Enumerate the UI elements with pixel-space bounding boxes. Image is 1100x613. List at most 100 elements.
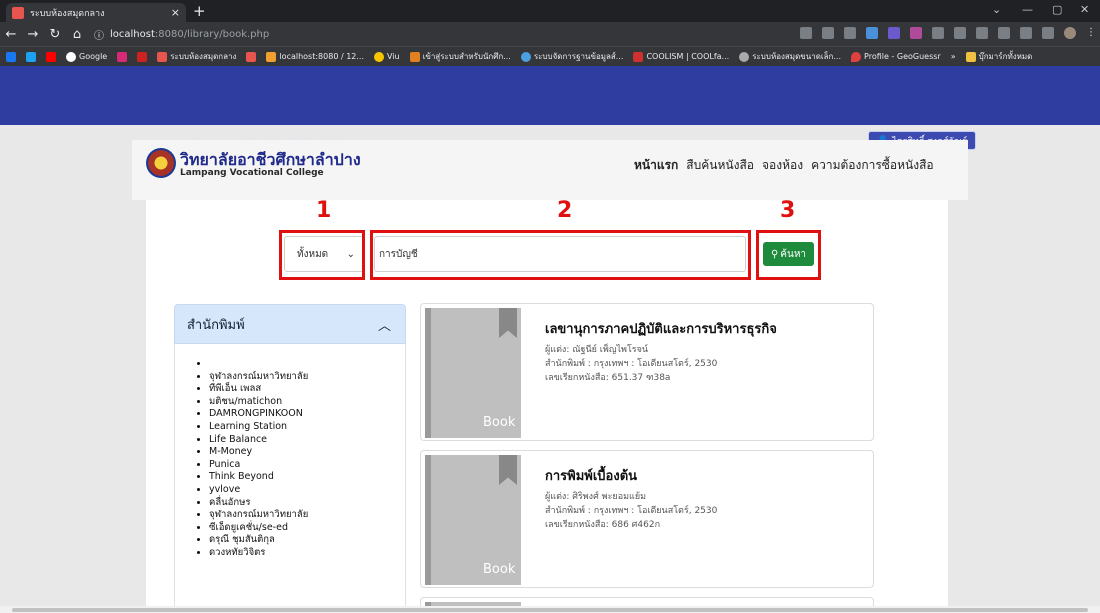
book-call-number: เลขเรียกหนังสือ: 651.37 ฑ38a	[545, 373, 671, 383]
publisher-accordion-title: สำนักพิมพ์	[187, 317, 245, 333]
publisher-accordion-header[interactable]: สำนักพิมพ์ ︿	[174, 304, 406, 344]
book-publisher: สำนักพิมพ์ : กรุงเทพฯ : โอเดียนสโตร์, 25…	[545, 506, 718, 516]
publisher-item[interactable]: จุฬาลงกรณ์มหาวิทยาลัย	[209, 509, 405, 522]
annotation-box-3	[756, 230, 821, 280]
publisher-item[interactable]: คลื่นอักษร	[209, 497, 405, 510]
book-author: ผู้แต่ง: ศิริพงศ์ พะยอมแย้ม	[545, 492, 647, 502]
book-author: ผู้แต่ง: ณัฐนีย์ เพ็ญไพโรจน์	[545, 345, 649, 355]
publisher-item[interactable]: yvlove	[209, 484, 405, 497]
sidepanel-icon[interactable]	[1042, 27, 1054, 39]
nav-home[interactable]: หน้าแรก	[634, 156, 678, 175]
back-icon[interactable]: ←	[0, 27, 22, 42]
publisher-list: จุฬาลงกรณ์มหาวิทยาลัย ทีพีเอ็น เพลส มติช…	[174, 344, 406, 613]
extension-icon[interactable]	[954, 27, 966, 39]
reload-icon[interactable]: ↻	[44, 27, 66, 42]
publisher-item[interactable]: Punica	[209, 459, 405, 472]
bookmark-database[interactable]: ระบบจัดการฐานข้อมูลส์...	[520, 50, 623, 63]
maximize-icon[interactable]: ▢	[1052, 3, 1062, 16]
publisher-item[interactable]: Life Balance	[209, 434, 405, 447]
tab-title: ระบบห้องสมุดกลาง	[30, 8, 105, 19]
bookmark-facebook-icon[interactable]	[6, 51, 16, 62]
url-host: localhost	[110, 28, 155, 40]
bookmark-viu[interactable]: Viu	[374, 51, 400, 62]
book-call-number: เลขเรียกหนังสือ: 686 ศ462ก	[545, 520, 661, 530]
minimize-icon[interactable]: —	[1022, 3, 1033, 16]
scrollbar-thumb[interactable]	[12, 608, 1088, 612]
bookmark-phpmyadmin[interactable]: localhost:8080 / 12...	[266, 51, 364, 62]
url-path: :8080/library/book.php	[154, 28, 270, 40]
forward-icon[interactable]: →	[22, 27, 44, 42]
all-bookmarks[interactable]: บุ๊กมาร์กทั้งหมด	[965, 50, 1032, 63]
bookmark-small-library[interactable]: ระบบห้องสมุดขนาดเล็ก...	[739, 50, 841, 63]
bookmarks-bar: Google ระบบห้องสมุดกลาง localhost:8080 /…	[0, 46, 1100, 66]
publisher-item[interactable]: Think Beyond	[209, 471, 405, 484]
publisher-item[interactable]: DAMRONGPINKOON	[209, 408, 405, 421]
home-icon[interactable]: ⌂	[66, 27, 88, 42]
browser-tab-strip: ระบบห้องสมุดกลาง × + ⌄ — ▢ ✕	[0, 0, 1100, 22]
extension-icon[interactable]	[932, 27, 944, 39]
cover-label: Book	[483, 562, 516, 577]
tab-search-icon[interactable]: ⌄	[992, 3, 1001, 16]
extension-icon[interactable]	[866, 27, 878, 39]
book-card[interactable]: Book เลขานุการภาคปฏิบัติและการบริหารธุรก…	[420, 303, 874, 441]
extension-icon[interactable]	[910, 27, 922, 39]
annotation-number-3: 3	[780, 198, 796, 223]
chevron-up-icon: ︿	[377, 318, 391, 334]
bookmark-youtube-icon[interactable]	[46, 51, 56, 62]
bookmarks-overflow[interactable]: »	[951, 52, 956, 61]
bookmark-ribbon-icon	[499, 308, 517, 338]
tab-close-icon[interactable]: ×	[171, 6, 180, 19]
annotation-number-1: 1	[316, 198, 332, 223]
annotation-box-1	[279, 230, 365, 280]
book-publisher: สำนักพิมพ์ : กรุงเทพฯ : โอเดียนสโตร์, 25…	[545, 359, 718, 369]
bookmark-red-icon[interactable]	[137, 51, 148, 62]
bookmark-geoguessr[interactable]: Profile - GeoGuessr	[851, 51, 941, 62]
publisher-item[interactable]: ดรุณี ชุมสันติกุล	[209, 534, 405, 547]
puzzle-icon[interactable]	[976, 27, 988, 39]
book-card[interactable]: Book การพิมพ์เบื้องต้น ผู้แต่ง: ศิริพงศ์…	[420, 450, 874, 588]
publisher-item[interactable]: M-Money	[209, 446, 405, 459]
book-cover: Book	[425, 308, 521, 438]
college-logo[interactable]	[146, 148, 176, 178]
bookmark-student-login[interactable]: เข้าสู่ระบบสำหรับนักศึก...	[409, 50, 511, 63]
browser-tab[interactable]: ระบบห้องสมุดกลาง ×	[6, 3, 186, 22]
url-field[interactable]: ⓘ localhost:8080/library/book.php	[94, 27, 814, 42]
star-icon[interactable]	[844, 27, 856, 39]
share-icon[interactable]	[822, 27, 834, 39]
bookmark-twitter-icon[interactable]	[26, 51, 36, 62]
site-favicon-icon	[12, 6, 24, 19]
college-name-english: Lampang Vocational College	[180, 168, 324, 178]
bookmark-instagram-icon[interactable]	[117, 51, 128, 62]
publisher-item[interactable]: จุฬาลงกรณ์มหาวิทยาลัย	[209, 371, 405, 384]
publisher-item[interactable]: Learning Station	[209, 421, 405, 434]
media-icon[interactable]	[998, 27, 1010, 39]
annotation-box-2	[370, 230, 751, 280]
address-bar-row: ← → ↻ ⌂ ⓘ localhost:8080/library/book.ph…	[0, 22, 1100, 46]
bookmark-coolism[interactable]: COOLISM | COOLfa...	[633, 51, 729, 62]
nav-book-request[interactable]: ความต้องการซื้อหนังสือ	[811, 156, 934, 175]
main-nav: หน้าแรก สืบค้นหนังสือ จองห้อง ความต้องกา…	[634, 156, 934, 175]
bookmark-google[interactable]: Google	[66, 51, 107, 62]
publisher-item[interactable]: ซีเอ็ดยูเคชั่น/se-ed	[209, 522, 405, 535]
publisher-item[interactable]	[209, 358, 405, 371]
close-window-icon[interactable]: ✕	[1080, 3, 1089, 16]
book-title[interactable]: เลขานุการภาคปฏิบัติและการบริหารธุรกิจ	[545, 318, 777, 339]
site-top-bar	[0, 66, 1100, 125]
nav-room-booking[interactable]: จองห้อง	[762, 156, 803, 175]
bookmark-ribbon-icon	[499, 455, 517, 485]
book-title[interactable]: การพิมพ์เบื้องต้น	[545, 465, 637, 486]
zoom-icon[interactable]	[800, 27, 812, 39]
menu-icon[interactable]: ⋮	[1086, 27, 1096, 39]
publisher-item[interactable]: มติชน/matichon	[209, 396, 405, 409]
annotation-number-2: 2	[557, 198, 573, 223]
book-cover: Book	[425, 455, 521, 585]
nav-book-search[interactable]: สืบค้นหนังสือ	[686, 156, 754, 175]
publisher-item[interactable]: ทีพีเอ็น เพลส	[209, 383, 405, 396]
extension-icon[interactable]	[888, 27, 900, 39]
bookmark-library[interactable]: ระบบห้องสมุดกลาง	[157, 50, 236, 63]
avatar[interactable]	[1064, 27, 1076, 39]
bookmark-library-icon[interactable]	[246, 51, 257, 62]
download-icon[interactable]	[1020, 27, 1032, 39]
publisher-item[interactable]: ดวงหทัยวิจิตร	[209, 547, 405, 560]
new-tab-button[interactable]: +	[193, 2, 206, 20]
